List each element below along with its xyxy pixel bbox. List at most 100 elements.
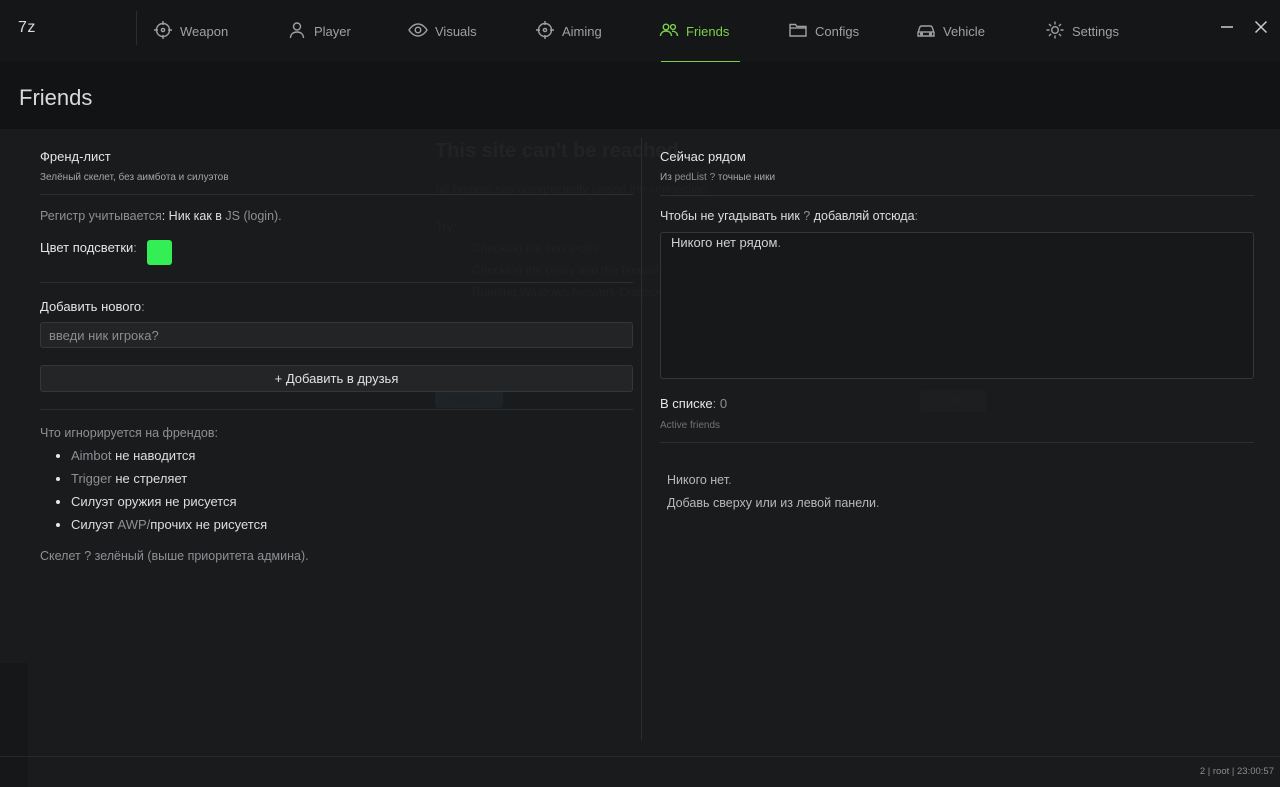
tab-settings-label: Settings: [1072, 23, 1119, 39]
background-ghost-title: This site can't be reached: [435, 140, 679, 162]
divider: [660, 442, 1254, 443]
page-title: Friends: [19, 85, 93, 110]
ignored-item-prefix: Силуэт: [71, 517, 118, 532]
footer-left-strip: [0, 663, 28, 787]
nearby-empty-dot: .: [777, 235, 782, 250]
friends-empty-hint: Добавь сверху или из левой панели.: [667, 496, 880, 510]
status-bar-text: 2 | root | 23:00:57: [1199, 766, 1274, 777]
background-ghost-line: Checking the connection: [472, 241, 604, 255]
friends-empty-hint-dot: .: [876, 496, 880, 510]
background-ghost-line: Try:: [436, 220, 457, 234]
tab-configs[interactable]: Configs: [788, 0, 859, 62]
list-item: Силуэт оружия не рисуется: [71, 492, 267, 515]
tab-configs-label: Configs: [815, 23, 860, 39]
case-note-c: JS (login).: [225, 209, 282, 223]
skeleton-note: Скелет ? зелёный (выше приоритета админа…: [40, 549, 309, 563]
friends-count: В списке: 0: [660, 396, 727, 411]
minimize-icon: [1221, 26, 1233, 28]
nearby-players-list[interactable]: Никого нет рядом.: [660, 232, 1254, 379]
ignored-title: Что игнорируется на френдов:: [40, 426, 218, 440]
list-item: Trigger не стреляет: [71, 469, 267, 492]
tab-settings[interactable]: Settings: [1045, 0, 1119, 62]
ignored-item-text: не наводится: [111, 448, 196, 463]
friendlist-subtitle: Зелёный скелет, без аимбота и силуэтов: [40, 172, 229, 183]
skeleton-note-a: Скелет: [40, 549, 85, 563]
divider: [40, 194, 633, 195]
friends-count-value: 0: [719, 396, 728, 411]
nearby-sub-c: точные ники: [715, 172, 776, 183]
car-icon: [916, 20, 936, 43]
friends-empty-hint-text: Добавь сверху или из левой панели: [667, 496, 877, 510]
person-icon: [287, 20, 307, 43]
tab-vehicle[interactable]: Vehicle: [916, 0, 985, 62]
nearby-sub-a: Из: [660, 172, 675, 183]
friends-count-label: В списке: [660, 396, 713, 411]
folder-icon: [788, 20, 808, 43]
nearby-hint-a: Чтобы не угадывать ник: [660, 209, 804, 223]
skeleton-note-b: ? зелёный (выше приоритета админа).: [84, 549, 309, 563]
tab-friends[interactable]: Friends: [659, 0, 729, 62]
list-item: Aimbot не наводится: [71, 446, 267, 469]
add-new-colon: :: [141, 299, 145, 314]
friends-empty-title-text: Никого нет: [667, 473, 729, 487]
tab-visuals[interactable]: Visuals: [408, 0, 477, 62]
people-icon: [659, 20, 679, 43]
top-nav-bar: 7z Weapon Player Visuals Aiming Friends …: [0, 0, 1280, 63]
nickname-input[interactable]: [40, 322, 633, 348]
close-icon: [1254, 20, 1268, 34]
friends-count-colon: :: [712, 396, 717, 411]
tab-aiming[interactable]: Aiming: [535, 0, 602, 62]
highlight-color-swatch[interactable]: [147, 240, 172, 265]
nearby-subtitle: Из pedList ? точные ники: [660, 172, 775, 183]
background-ghost-reload-button: Reload: [435, 390, 503, 408]
add-new-label: Добавить нового:: [40, 299, 145, 314]
ignored-item-key: Trigger: [71, 471, 112, 486]
add-new-text: Добавить нового: [40, 299, 142, 314]
highlight-color-label: Цвет подсветки:: [40, 240, 137, 255]
tab-aiming-label: Aiming: [562, 23, 602, 39]
nearby-title: Сейчас рядом: [660, 149, 746, 164]
ignored-item-key: Aimbot: [71, 448, 112, 463]
footer-divider: [0, 756, 1280, 757]
ignored-list: Aimbot не наводится Trigger не стреляет …: [53, 446, 267, 538]
case-note: Регистр учитывается: Ник как в JS (login…: [40, 209, 282, 223]
logo-divider: [136, 11, 137, 45]
nearby-sub-b: pedList ?: [674, 172, 716, 183]
app-window: 7z Weapon Player Visuals Aiming Friends …: [0, 0, 1280, 787]
crosshair-icon: [153, 20, 173, 43]
background-ghost-details-button: Details: [920, 390, 986, 412]
ignored-item-text: не стреляет: [111, 471, 188, 486]
page-header: Friends: [0, 62, 1280, 129]
nearby-hint-c: добавляй отсюда: [810, 209, 915, 223]
tab-visuals-label: Visuals: [435, 23, 477, 39]
tab-weapon[interactable]: Weapon: [153, 0, 228, 62]
case-note-b: : Ник как в: [161, 209, 226, 223]
tab-player[interactable]: Player: [287, 0, 351, 62]
divider: [660, 195, 1254, 196]
add-friend-button[interactable]: + Добавить в друзья: [40, 365, 633, 392]
background-ghost-reload-label: Reload: [449, 395, 481, 406]
ignored-item-key: AWP/: [117, 517, 151, 532]
app-logo: 7z: [18, 19, 36, 36]
divider: [40, 409, 633, 410]
gear-icon: [1045, 20, 1065, 43]
list-item: Силуэт AWP/прочих не рисуется: [71, 515, 267, 538]
friends-empty-title: Никого нет.: [667, 473, 732, 487]
tab-weapon-label: Weapon: [180, 23, 229, 39]
crosshair-icon: [535, 20, 555, 43]
friends-empty-title-dot: .: [728, 473, 732, 487]
active-friends-subtitle: Active friends: [660, 420, 721, 431]
eye-icon: [408, 20, 428, 43]
background-ghost-details-label: Details: [934, 395, 965, 406]
nearby-hint-d: :: [914, 209, 919, 223]
nearby-empty-text: Никого нет рядом: [671, 235, 778, 250]
minimize-button[interactable]: [1216, 16, 1238, 38]
close-button[interactable]: [1250, 16, 1272, 38]
tab-player-label: Player: [314, 23, 351, 39]
case-note-a: Регистр учитывается: [40, 209, 162, 223]
ignored-item-text: Силуэт оружия не рисуется: [71, 494, 237, 509]
nearby-hint: Чтобы не угадывать ник ? добавляй отсюда…: [660, 209, 918, 223]
background-ghost-line: Checking the proxy and the firewall: [472, 263, 659, 277]
tab-friends-label: Friends: [686, 23, 730, 39]
friendlist-title: Френд-лист: [40, 149, 111, 164]
